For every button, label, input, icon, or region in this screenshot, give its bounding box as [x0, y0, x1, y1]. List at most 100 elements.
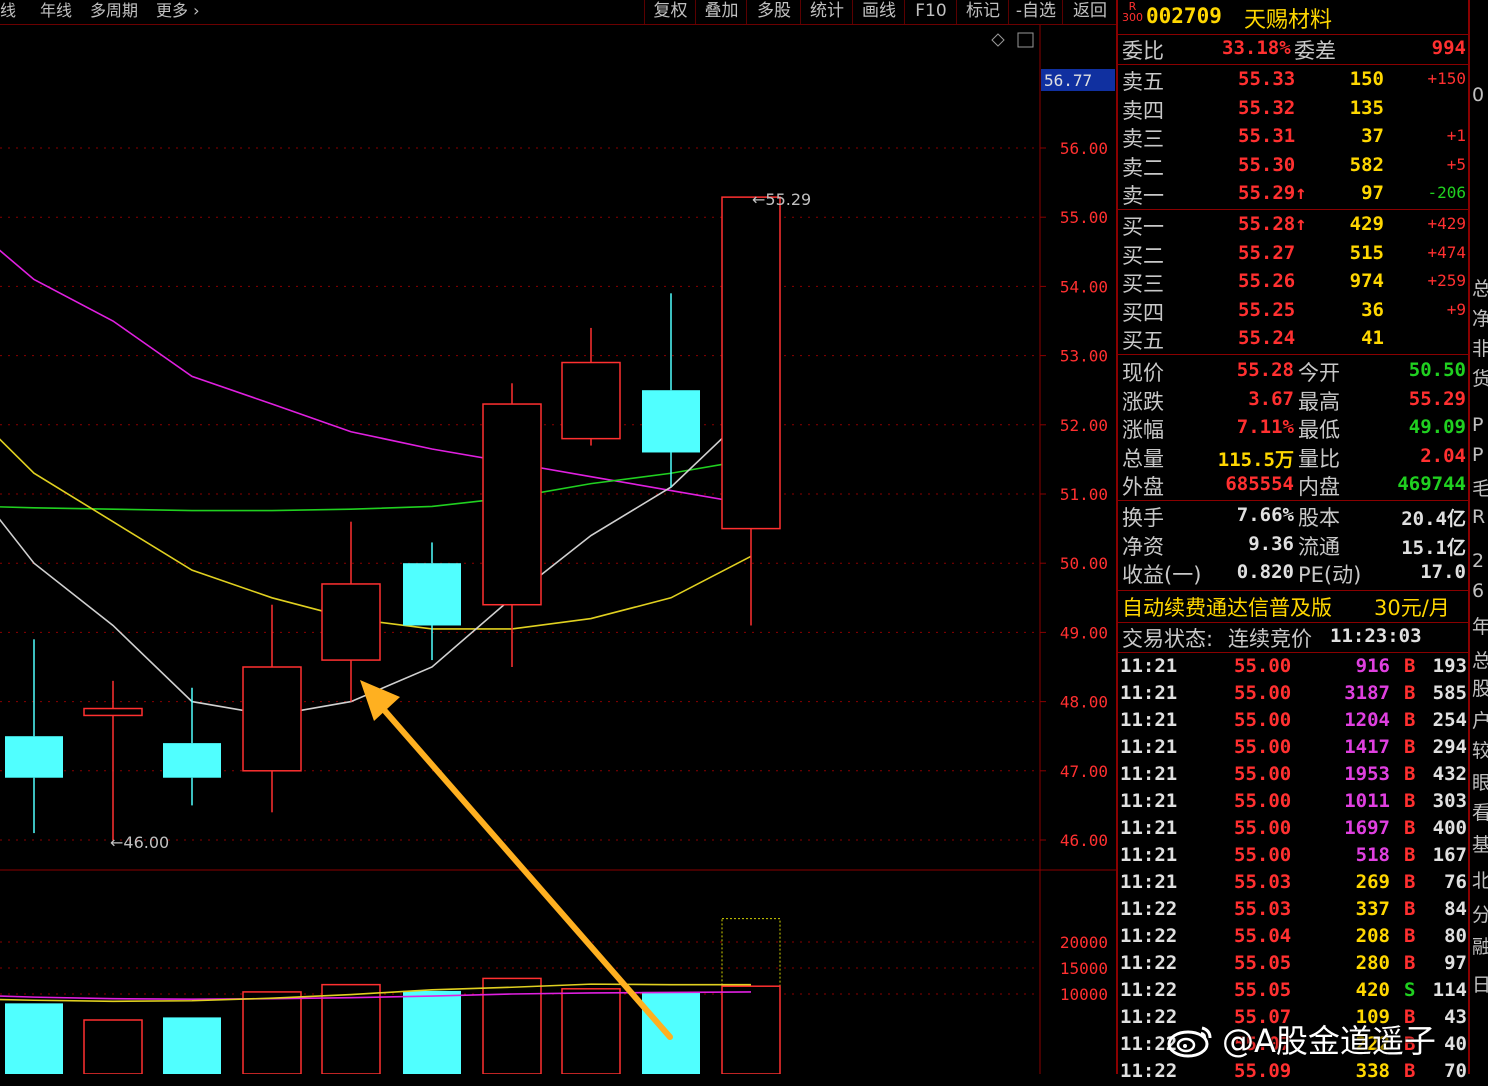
ad-price: 30元/月 — [1374, 596, 1450, 620]
price-tick-label: 47.00 — [1060, 762, 1108, 781]
volume-bar[interactable] — [242, 991, 302, 1074]
order-book-row[interactable]: 买二 55.27 515 +474 — [1118, 240, 1470, 268]
book-price: 55.32 — [1238, 96, 1296, 119]
trade-time: 11:21 — [1120, 871, 1178, 893]
book-volume: 41 — [1361, 327, 1384, 350]
quote-label: 最高 — [1298, 389, 1340, 414]
book-volume: 97 — [1361, 182, 1384, 205]
candle[interactable] — [642, 293, 700, 488]
period-tab-partial[interactable]: 线 — [0, 0, 16, 24]
toolbar-btn-5[interactable]: F10 — [904, 0, 957, 24]
order-book-row[interactable]: 卖五 55.33 150 +150 — [1118, 66, 1470, 94]
volume-bar[interactable] — [163, 1017, 221, 1074]
toolbar-btn-4[interactable]: 画线 — [852, 0, 905, 24]
candle[interactable] — [482, 383, 542, 667]
diamond-icon[interactable] — [991, 33, 1005, 47]
order-book-row[interactable]: 买一 55.28↑ 429 +429 — [1118, 211, 1470, 239]
volume-bar[interactable] — [721, 918, 781, 1074]
volume-bar[interactable] — [642, 991, 700, 1074]
candle[interactable] — [403, 542, 461, 661]
order-book-row[interactable]: 卖二 55.30 582 +5 — [1118, 152, 1470, 180]
chart-toolbar: 线 年线 多周期 更多 › 复权 叠加 多股 统计 画线 F10 标记 -自选 返回 — [0, 0, 1116, 25]
toolbar-btn-0[interactable]: 复权 — [644, 0, 696, 24]
stock-name[interactable]: 天赐材料 — [1244, 2, 1332, 34]
trade-price: 55.00 — [1234, 736, 1292, 758]
order-book-row[interactable]: 买五 55.24 41 — [1118, 325, 1470, 353]
trade-row: 11:21 55.00 1697 B 400 — [1118, 816, 1470, 843]
candle[interactable] — [321, 521, 381, 702]
volume-bar[interactable] — [561, 988, 621, 1074]
candle[interactable] — [83, 680, 143, 840]
price-tick-label: 56.00 — [1060, 139, 1108, 158]
weicha-value: 994 — [1431, 37, 1466, 59]
order-book-row[interactable]: 卖四 55.32 135 — [1118, 95, 1470, 123]
trade-time: 11:22 — [1120, 1060, 1178, 1082]
fund-row: 收益(一) 0.820 PE(动) 17.0 — [1118, 559, 1470, 587]
volume-bar[interactable] — [482, 977, 542, 1074]
book-label: 卖五 — [1122, 70, 1164, 94]
toolbar-btn-1[interactable]: 叠加 — [695, 0, 747, 24]
order-book-row[interactable]: 卖三 55.31 37 +1 — [1118, 123, 1470, 151]
book-change: -206 — [1427, 183, 1466, 203]
trade-side: B — [1404, 682, 1416, 704]
volume-bar[interactable] — [83, 1019, 143, 1074]
quote-panel: R 300 002709 天赐材料 委比 33.18% 委差 994 卖五 55.… — [1116, 0, 1470, 1082]
fund-value: 9.36 — [1248, 532, 1294, 555]
order-book-row[interactable]: 买四 55.25 36 +9 — [1118, 297, 1470, 325]
edge-char: 日 — [1472, 970, 1488, 997]
status-label: 交易状态: — [1122, 627, 1214, 651]
book-change: +9 — [1446, 299, 1466, 319]
trade-price: 55.00 — [1234, 763, 1292, 785]
trade-time: 11:21 — [1120, 655, 1178, 677]
toolbar-btn-6[interactable]: 标记 — [956, 0, 1009, 24]
period-more-menu[interactable]: 更多 › — [156, 0, 200, 24]
trade-volume: 269 — [1355, 871, 1390, 893]
ad-banner[interactable]: 自动续费通达信普及版 30元/月 — [1118, 592, 1470, 620]
fund-row: 换手 7.66% 股本 20.4亿 — [1118, 502, 1470, 530]
quote-value: 7.11% — [1236, 416, 1294, 439]
trade-side: B — [1404, 817, 1416, 839]
price-tick-label: 51.00 — [1060, 485, 1108, 504]
trade-volume: 1204 — [1344, 709, 1390, 731]
chevron-right-icon: › — [188, 1, 200, 20]
toolbar-btn-3[interactable]: 统计 — [800, 0, 853, 24]
quote-value: 3.67 — [1248, 387, 1294, 410]
trade-row: 11:21 55.00 916 B 193 — [1118, 654, 1470, 681]
current-price-tag: 56.77 — [1041, 69, 1115, 91]
volume-tick-label: 10000 — [1060, 985, 1108, 1004]
toolbar-btn-2[interactable]: 多股 — [746, 0, 801, 24]
trade-volume: 1953 — [1344, 763, 1390, 785]
window-toggle-icon[interactable] — [1017, 32, 1034, 48]
trade-side: B — [1404, 844, 1416, 866]
toolbar-btn-8[interactable]: 返回 — [1062, 0, 1117, 24]
trade-count: 40 — [1444, 1033, 1467, 1055]
candle[interactable] — [561, 327, 621, 446]
candle[interactable] — [242, 604, 302, 813]
volume-bar[interactable] — [5, 1003, 63, 1074]
volume-bar[interactable] — [403, 990, 461, 1074]
order-book-row[interactable]: 卖一 55.29↑ 97 -206 — [1118, 180, 1470, 208]
trade-row: 11:22 55.09 338 B 70 — [1118, 1059, 1470, 1086]
quote-label: 涨跌 — [1122, 389, 1164, 414]
book-change: +429 — [1427, 214, 1466, 233]
kline-chart[interactable]: 56.00 55.00 54.00 53.00 52.00 51.00 50.00 49.00… — [0, 25, 1116, 1074]
trade-count: 193 — [1432, 655, 1467, 677]
edge-char: 看 — [1472, 798, 1488, 825]
edge-char: 基 — [1472, 830, 1488, 857]
toolbar-btn-7[interactable]: -自选 — [1008, 0, 1063, 24]
trade-row: 11:22 55.04 208 B 80 — [1118, 924, 1470, 951]
low-price-label: ←46.00 — [110, 833, 169, 852]
candle[interactable] — [5, 639, 63, 834]
edge-char: 分 — [1472, 900, 1488, 927]
trade-side: B — [1404, 1060, 1416, 1082]
period-tab-year[interactable]: 年线 — [40, 0, 72, 24]
trade-time: 11:21 — [1120, 844, 1178, 866]
quote-label: 最低 — [1298, 418, 1340, 443]
order-book-row[interactable]: 买三 55.26 974 +259 — [1118, 268, 1470, 296]
period-tab-multi[interactable]: 多周期 — [90, 0, 138, 24]
trade-row: 11:21 55.00 1204 B 254 — [1118, 708, 1470, 735]
fund-label: 收益(一) — [1122, 563, 1202, 588]
edge-char: P — [1472, 414, 1484, 436]
candle[interactable] — [721, 196, 781, 626]
quote-row: 涨跌 3.67 最高 55.29 — [1118, 386, 1470, 414]
